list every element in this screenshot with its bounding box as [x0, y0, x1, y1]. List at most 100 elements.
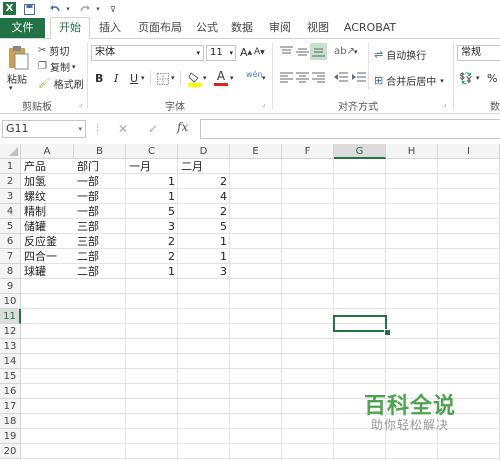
align-top-icon[interactable]	[280, 46, 293, 61]
alignment-launcher-icon[interactable]: ⌟	[443, 100, 446, 108]
underline-button[interactable]: U	[130, 72, 138, 85]
data-cell[interactable]: 5	[178, 219, 230, 234]
fill-handle[interactable]	[384, 329, 391, 336]
row-header-4[interactable]: 4	[0, 204, 21, 219]
row-header-11[interactable]: 11	[0, 309, 21, 324]
data-cell[interactable]: 2	[126, 249, 178, 264]
data-cell[interactable]: 二部	[74, 264, 126, 279]
data-cell[interactable]: 反应釜	[21, 234, 74, 249]
data-cell[interactable]: 加氢	[21, 174, 74, 189]
shrink-font-button[interactable]: A ▼	[254, 47, 265, 57]
data-cell[interactable]: 三部	[74, 234, 126, 249]
undo-icon[interactable]	[48, 2, 62, 16]
row-header-16[interactable]: 16	[0, 384, 21, 399]
font-name-select[interactable]: 宋体 ▾	[91, 45, 204, 61]
copy-button[interactable]: ❐ 复制 ▾	[38, 59, 75, 74]
header-cell[interactable]: 一月	[126, 159, 178, 174]
data-cell[interactable]: 一部	[74, 174, 126, 189]
format-painter-button[interactable]: 🖌 格式刷	[38, 76, 84, 91]
column-header-g[interactable]: G	[334, 144, 386, 159]
data-cell[interactable]: 精制	[21, 204, 74, 219]
row-header-15[interactable]: 15	[0, 369, 21, 384]
header-cell[interactable]: 二月	[178, 159, 230, 174]
align-left-icon[interactable]	[280, 72, 293, 87]
accounting-dropdown-icon[interactable]: ▾	[476, 74, 480, 82]
data-cell[interactable]: 球罐	[21, 264, 74, 279]
tab-formulas[interactable]: 公式	[191, 18, 223, 38]
tab-home[interactable]: 开始	[50, 17, 90, 40]
font-color-icon[interactable]: A	[214, 70, 228, 86]
phonetic-dropdown-icon[interactable]: ▾	[262, 74, 266, 82]
number-format-select[interactable]: 常规	[457, 45, 500, 61]
phonetic-button[interactable]: wén	[246, 70, 263, 79]
align-center-icon[interactable]	[296, 72, 309, 87]
tab-data[interactable]: 数据	[225, 18, 259, 38]
insert-function-icon[interactable]: fx	[177, 120, 188, 134]
select-all-corner[interactable]	[0, 144, 21, 159]
data-cell[interactable]: 1	[178, 249, 230, 264]
column-header-b[interactable]: B	[74, 144, 126, 159]
row-header-9[interactable]: 9	[0, 279, 21, 294]
row-header-1[interactable]: 1	[0, 159, 21, 174]
data-cell[interactable]: 二部	[74, 249, 126, 264]
row-header-6[interactable]: 6	[0, 234, 21, 249]
active-cell-g11[interactable]	[333, 315, 387, 332]
header-cell[interactable]: 部门	[74, 159, 126, 174]
tab-page-layout[interactable]: 页面布局	[131, 18, 189, 38]
row-header-13[interactable]: 13	[0, 339, 21, 354]
font-color-dropdown-icon[interactable]: ▾	[230, 74, 234, 82]
column-header-h[interactable]: H	[386, 144, 438, 159]
tab-acrobat[interactable]: ACROBAT	[341, 18, 399, 38]
row-header-3[interactable]: 3	[0, 189, 21, 204]
row-header-20[interactable]: 20	[0, 444, 21, 459]
row-header-17[interactable]: 17	[0, 399, 21, 414]
fill-color-dropdown-icon[interactable]: ▾	[203, 74, 207, 82]
merge-center-dropdown-icon[interactable]: ▾	[440, 77, 444, 85]
data-cell[interactable]: 1	[178, 234, 230, 249]
grow-font-button[interactable]: A ▲	[240, 46, 252, 59]
cancel-icon[interactable]: ✕	[118, 122, 128, 136]
column-header-d[interactable]: D	[178, 144, 230, 159]
data-cell[interactable]: 3	[178, 264, 230, 279]
redo-dropdown-icon[interactable]: ▾	[94, 2, 102, 16]
row-header-12[interactable]: 12	[0, 324, 21, 339]
data-cell[interactable]: 2	[126, 234, 178, 249]
formula-input[interactable]	[200, 119, 500, 139]
font-size-select[interactable]: 11 ▾	[206, 45, 236, 61]
align-right-icon[interactable]	[312, 72, 325, 87]
wrap-text-button[interactable]: ⇌ 自动换行	[374, 47, 426, 62]
borders-icon[interactable]	[157, 73, 169, 88]
paste-icon[interactable]	[6, 45, 30, 71]
data-cell[interactable]: 1	[126, 189, 178, 204]
data-cell[interactable]: 2	[178, 174, 230, 189]
row-header-10[interactable]: 10	[0, 294, 21, 309]
copy-dropdown-icon[interactable]: ▾	[72, 63, 76, 71]
row-header-14[interactable]: 14	[0, 354, 21, 369]
data-cell[interactable]: 螺纹	[21, 189, 74, 204]
column-header-c[interactable]: C	[126, 144, 178, 159]
data-cell[interactable]: 1	[126, 264, 178, 279]
row-header-19[interactable]: 19	[0, 429, 21, 444]
orientation-icon[interactable]: ab↗	[334, 46, 355, 57]
percent-button[interactable]: %	[487, 72, 497, 85]
data-cell[interactable]: 1	[126, 174, 178, 189]
merge-center-button[interactable]: ⊞ 合并后居中 ▾	[374, 73, 444, 88]
row-header-7[interactable]: 7	[0, 249, 21, 264]
row-header-5[interactable]: 5	[0, 219, 21, 234]
bold-button[interactable]: B	[95, 72, 103, 85]
clipboard-launcher-icon[interactable]: ⌟	[79, 100, 82, 108]
decrease-indent-icon[interactable]	[334, 72, 348, 87]
row-header-18[interactable]: 18	[0, 414, 21, 429]
data-cell[interactable]: 2	[178, 204, 230, 219]
data-cell[interactable]: 一部	[74, 204, 126, 219]
column-header-f[interactable]: F	[282, 144, 334, 159]
data-cell[interactable]: 三部	[74, 219, 126, 234]
cut-button[interactable]: ✂ 剪切	[38, 43, 69, 58]
increase-indent-icon[interactable]	[352, 72, 366, 87]
row-header-8[interactable]: 8	[0, 264, 21, 279]
column-header-e[interactable]: E	[230, 144, 282, 159]
column-header-i[interactable]: I	[438, 144, 500, 159]
save-icon[interactable]	[22, 2, 36, 16]
confirm-icon[interactable]: ✓	[148, 122, 158, 136]
tab-view[interactable]: 视图	[301, 18, 335, 38]
